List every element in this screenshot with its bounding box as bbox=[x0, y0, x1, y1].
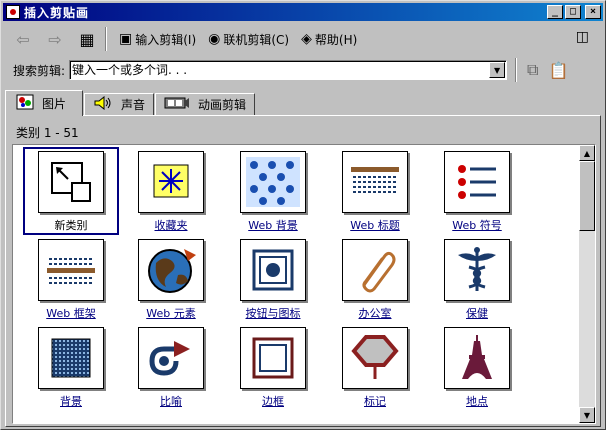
globe-icon bbox=[138, 239, 204, 301]
category-item-places[interactable]: 地点 bbox=[429, 323, 525, 411]
back-arrow-icon[interactable]: ⇦ bbox=[11, 28, 35, 50]
eiffel-tower-icon bbox=[444, 327, 510, 389]
category-label: 比喻 bbox=[160, 395, 182, 408]
category-label: 保健 bbox=[466, 307, 488, 320]
category-item-borders[interactable]: 边框 bbox=[225, 323, 321, 411]
dock-window-icon[interactable]: ◫ bbox=[576, 29, 589, 45]
import-clips-button[interactable]: ▣ 输入剪辑(I) bbox=[113, 28, 202, 50]
category-item-web-elements[interactable]: Web 元素 bbox=[123, 235, 219, 323]
scroll-thumb[interactable] bbox=[579, 161, 595, 231]
category-item-web-backgrounds[interactable]: Web 背景 bbox=[225, 147, 321, 235]
toolbar-separator bbox=[105, 27, 107, 51]
borders-icon bbox=[240, 327, 306, 389]
category-label: 标记 bbox=[364, 395, 386, 408]
category-label: Web 框架 bbox=[46, 307, 96, 320]
category-label: Web 符号 bbox=[452, 219, 502, 232]
tab-sounds-label: 声音 bbox=[121, 98, 146, 112]
close-button[interactable]: × bbox=[585, 5, 601, 19]
scroll-up-icon[interactable]: ▲ bbox=[579, 145, 595, 161]
sign-icon bbox=[342, 327, 408, 389]
paperclip-icon bbox=[342, 239, 408, 301]
help-label: 帮助(H) bbox=[314, 32, 358, 47]
category-item-backgrounds[interactable]: 背景 bbox=[23, 323, 119, 411]
category-label: Web 元素 bbox=[146, 307, 196, 320]
tab-motion-clips[interactable]: 动画剪辑 bbox=[155, 93, 256, 115]
maximize-button[interactable]: □ bbox=[565, 5, 581, 19]
web-banners-icon bbox=[342, 151, 408, 213]
tab-sounds[interactable]: 声音 bbox=[84, 93, 155, 115]
category-label: 新类别 bbox=[54, 219, 88, 232]
copy-icon[interactable]: ⧉ bbox=[527, 60, 538, 80]
category-grid: 新类别 收藏夹 Web 背景 Web 标题 Web 符号 Web 框架 Web … bbox=[13, 145, 579, 423]
speaker-icon bbox=[93, 95, 113, 114]
category-item-metaphors[interactable]: 比喻 bbox=[123, 323, 219, 411]
tab-pictures[interactable]: 图片 bbox=[5, 90, 84, 116]
category-label: 背景 bbox=[60, 395, 82, 408]
search-row: 搜索剪辑: ▼ ⧉ 📋 bbox=[3, 57, 603, 83]
tab-motion-clips-label: 动画剪辑 bbox=[198, 98, 247, 112]
search-separator bbox=[515, 58, 518, 82]
film-icon bbox=[164, 96, 190, 114]
minimize-button[interactable]: _ bbox=[547, 5, 563, 19]
category-label: 边框 bbox=[262, 395, 284, 408]
category-label: 收藏夹 bbox=[154, 219, 188, 232]
vertical-scrollbar[interactable]: ▲ ▼ bbox=[579, 145, 595, 423]
search-label: 搜索剪辑: bbox=[13, 63, 66, 78]
category-label: Web 背景 bbox=[248, 219, 298, 232]
import-clips-icon: ▣ bbox=[119, 31, 133, 47]
metaphors-icon bbox=[138, 327, 204, 389]
category-gallery: 新类别 收藏夹 Web 背景 Web 标题 Web 符号 Web 框架 Web … bbox=[12, 144, 596, 424]
help-book-icon: ◈ bbox=[301, 31, 312, 47]
category-item-web-dividers[interactable]: Web 框架 bbox=[23, 235, 119, 323]
tab-pictures-label: 图片 bbox=[42, 97, 67, 111]
web-dividers-icon bbox=[38, 239, 104, 301]
pictures-icon bbox=[16, 94, 34, 114]
category-item-new-category[interactable]: 新类别 bbox=[23, 147, 119, 235]
category-label: Web 标题 bbox=[350, 219, 400, 232]
backgrounds-icon bbox=[38, 327, 104, 389]
scroll-down-icon[interactable]: ▼ bbox=[579, 407, 595, 423]
category-label: 按钮与图标 bbox=[245, 307, 301, 320]
search-combobox: ▼ bbox=[69, 60, 508, 80]
category-item-web-bullets[interactable]: Web 符号 bbox=[429, 147, 525, 235]
caduceus-icon bbox=[444, 239, 510, 301]
search-input[interactable] bbox=[70, 62, 490, 78]
forward-arrow-icon[interactable]: ⇨ bbox=[43, 28, 67, 50]
category-label: 办公室 bbox=[358, 307, 392, 320]
help-button[interactable]: ◈ 帮助(H) bbox=[295, 28, 363, 50]
clip-gallery-window: 插入剪贴画 _ □ × ⇦ ⇨ ▦ ▣ 输入剪辑(I) ◉ 联机剪辑(C) ◈ … bbox=[0, 0, 606, 430]
buttons-icons-icon bbox=[240, 239, 306, 301]
clips-online-icon: ◉ bbox=[208, 31, 221, 47]
media-tabs: 图片 声音 动画剪辑 bbox=[5, 89, 256, 116]
category-item-healthcare[interactable]: 保健 bbox=[429, 235, 525, 323]
toolbar: ⇦ ⇨ ▦ ▣ 输入剪辑(I) ◉ 联机剪辑(C) ◈ 帮助(H) ◫ bbox=[3, 23, 603, 55]
view-grid-icon[interactable]: ▦ bbox=[75, 28, 99, 50]
category-item-favorites[interactable]: 收藏夹 bbox=[123, 147, 219, 235]
favorites-icon bbox=[138, 151, 204, 213]
category-range: 类别 1 - 51 bbox=[16, 126, 79, 140]
clipart-app-icon bbox=[6, 5, 20, 19]
new-category-icon bbox=[38, 151, 104, 213]
web-backgrounds-icon bbox=[240, 151, 306, 213]
import-clips-label: 输入剪辑(I) bbox=[135, 32, 197, 47]
category-item-signs[interactable]: 标记 bbox=[327, 323, 423, 411]
category-item-office[interactable]: 办公室 bbox=[327, 235, 423, 323]
clips-online-label: 联机剪辑(C) bbox=[223, 32, 290, 47]
category-item-buttons-icons[interactable]: 按钮与图标 bbox=[225, 235, 321, 323]
category-label: 地点 bbox=[466, 395, 488, 408]
window-title: 插入剪贴画 bbox=[24, 5, 90, 20]
pictures-panel: 类别 1 - 51 新类别 收藏夹 Web 背景 Web 标题 Web 符号 W… bbox=[5, 115, 601, 427]
clips-online-button[interactable]: ◉ 联机剪辑(C) bbox=[202, 28, 295, 50]
dropdown-arrow-icon[interactable]: ▼ bbox=[489, 62, 506, 78]
title-bar: 插入剪贴画 _ □ × bbox=[3, 3, 603, 21]
web-bullets-icon bbox=[444, 151, 510, 213]
category-item-web-banners[interactable]: Web 标题 bbox=[327, 147, 423, 235]
paste-icon[interactable]: 📋 bbox=[548, 61, 568, 80]
